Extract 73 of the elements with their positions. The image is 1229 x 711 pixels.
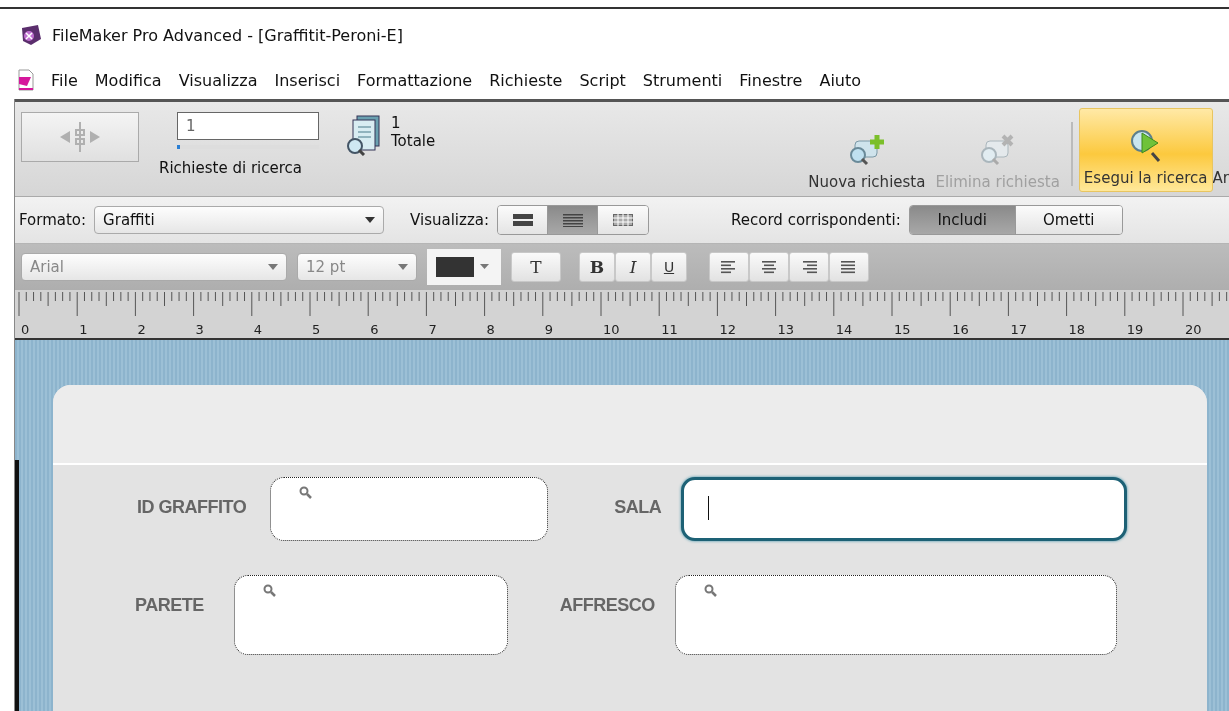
layout-label: Formato: bbox=[19, 211, 87, 229]
ruler-number: 0 bbox=[21, 322, 30, 337]
ruler-number: 2 bbox=[137, 322, 146, 337]
input-field[interactable] bbox=[681, 477, 1128, 541]
ruler-number: 19 bbox=[1126, 322, 1144, 337]
table-view-icon bbox=[613, 214, 634, 226]
form-view-icon bbox=[512, 214, 533, 226]
toolbar-button[interactable]: Nuova richiesta bbox=[803, 102, 931, 196]
dropdown-arrow-icon bbox=[398, 264, 408, 270]
field-label: AFFRESCO bbox=[559, 595, 655, 616]
input-field[interactable] bbox=[270, 477, 549, 541]
menu-item[interactable]: Modifica bbox=[94, 70, 162, 90]
found-records-icon bbox=[345, 114, 383, 156]
app-logo-icon bbox=[20, 24, 42, 46]
menu-item[interactable]: Script bbox=[579, 70, 626, 90]
align-right-icon bbox=[801, 260, 817, 274]
ruler-number: 16 bbox=[952, 322, 969, 337]
match-option[interactable]: Includi bbox=[909, 206, 1016, 234]
menu-item[interactable]: Inserisci bbox=[274, 70, 341, 90]
menu-item[interactable]: Strumenti bbox=[642, 70, 723, 90]
menu-item[interactable]: Richieste bbox=[489, 70, 563, 90]
ruler-number: 20 bbox=[1185, 322, 1202, 337]
menu-item[interactable]: Visualizza bbox=[178, 70, 258, 90]
dropdown-arrow-icon bbox=[365, 217, 376, 223]
field-label: ID GRAFFITO bbox=[137, 497, 247, 518]
toolbar-label: Ar bbox=[1212, 169, 1229, 187]
input-field[interactable] bbox=[674, 575, 1117, 655]
layout-dropdown[interactable]: Graffiti bbox=[94, 206, 385, 234]
ruler-number: 9 bbox=[544, 322, 554, 337]
search-icon bbox=[299, 486, 313, 499]
ruler-number: 10 bbox=[603, 322, 620, 337]
menu-item[interactable]: Formattazione bbox=[357, 70, 473, 90]
view-button[interactable] bbox=[598, 206, 649, 234]
list-view-icon bbox=[562, 213, 583, 227]
ruler-number: 17 bbox=[1010, 322, 1027, 337]
ruler-number: 15 bbox=[894, 322, 911, 337]
ruler-number: 13 bbox=[777, 322, 795, 337]
ruler-number: 14 bbox=[835, 322, 853, 337]
menu-item[interactable]: File bbox=[51, 70, 78, 90]
input-field[interactable] bbox=[233, 575, 508, 655]
match-label: Record corrispondenti: bbox=[731, 211, 901, 229]
view-button[interactable] bbox=[498, 206, 549, 234]
align-left-icon bbox=[721, 260, 737, 274]
window-title: FileMaker Pro Advanced - [Graffitit-Peroni-E] bbox=[52, 25, 403, 45]
ruler-number: 7 bbox=[428, 322, 437, 337]
found-count: 1 bbox=[391, 114, 402, 132]
search-icon bbox=[703, 584, 717, 597]
match-option[interactable]: Ometti bbox=[1015, 206, 1122, 234]
ruler-number: 3 bbox=[195, 322, 204, 337]
field-label: SALA bbox=[614, 497, 662, 518]
ruler-number: 12 bbox=[719, 322, 736, 337]
view-switcher[interactable] bbox=[497, 205, 650, 235]
ruler-number: 8 bbox=[486, 322, 495, 337]
dropdown-arrow-icon bbox=[268, 264, 278, 270]
toolbar-button[interactable]: Esegui la ricerca bbox=[1078, 108, 1213, 192]
ruler-number: 18 bbox=[1068, 322, 1086, 337]
align-justify-icon bbox=[841, 260, 857, 274]
record-number-field[interactable]: 1 bbox=[177, 112, 319, 140]
ruler-number: 4 bbox=[253, 322, 263, 337]
ruler-number: 6 bbox=[370, 322, 379, 337]
ruler-number: 1 bbox=[79, 322, 88, 337]
menu-item[interactable]: Finestre bbox=[739, 70, 803, 90]
document-icon bbox=[18, 69, 34, 91]
view-label: Visualizza: bbox=[410, 211, 490, 229]
view-button[interactable] bbox=[548, 206, 599, 234]
ruler-number: 5 bbox=[312, 322, 321, 337]
ruler-number: 11 bbox=[661, 322, 678, 337]
found-label: Totale bbox=[391, 132, 436, 150]
menu-item[interactable]: Aiuto bbox=[819, 70, 862, 90]
search-icon bbox=[262, 584, 276, 597]
field-label: PARETE bbox=[135, 595, 204, 616]
toolbar-label: Richieste di ricerca bbox=[159, 159, 303, 177]
align-center-icon bbox=[761, 260, 777, 274]
